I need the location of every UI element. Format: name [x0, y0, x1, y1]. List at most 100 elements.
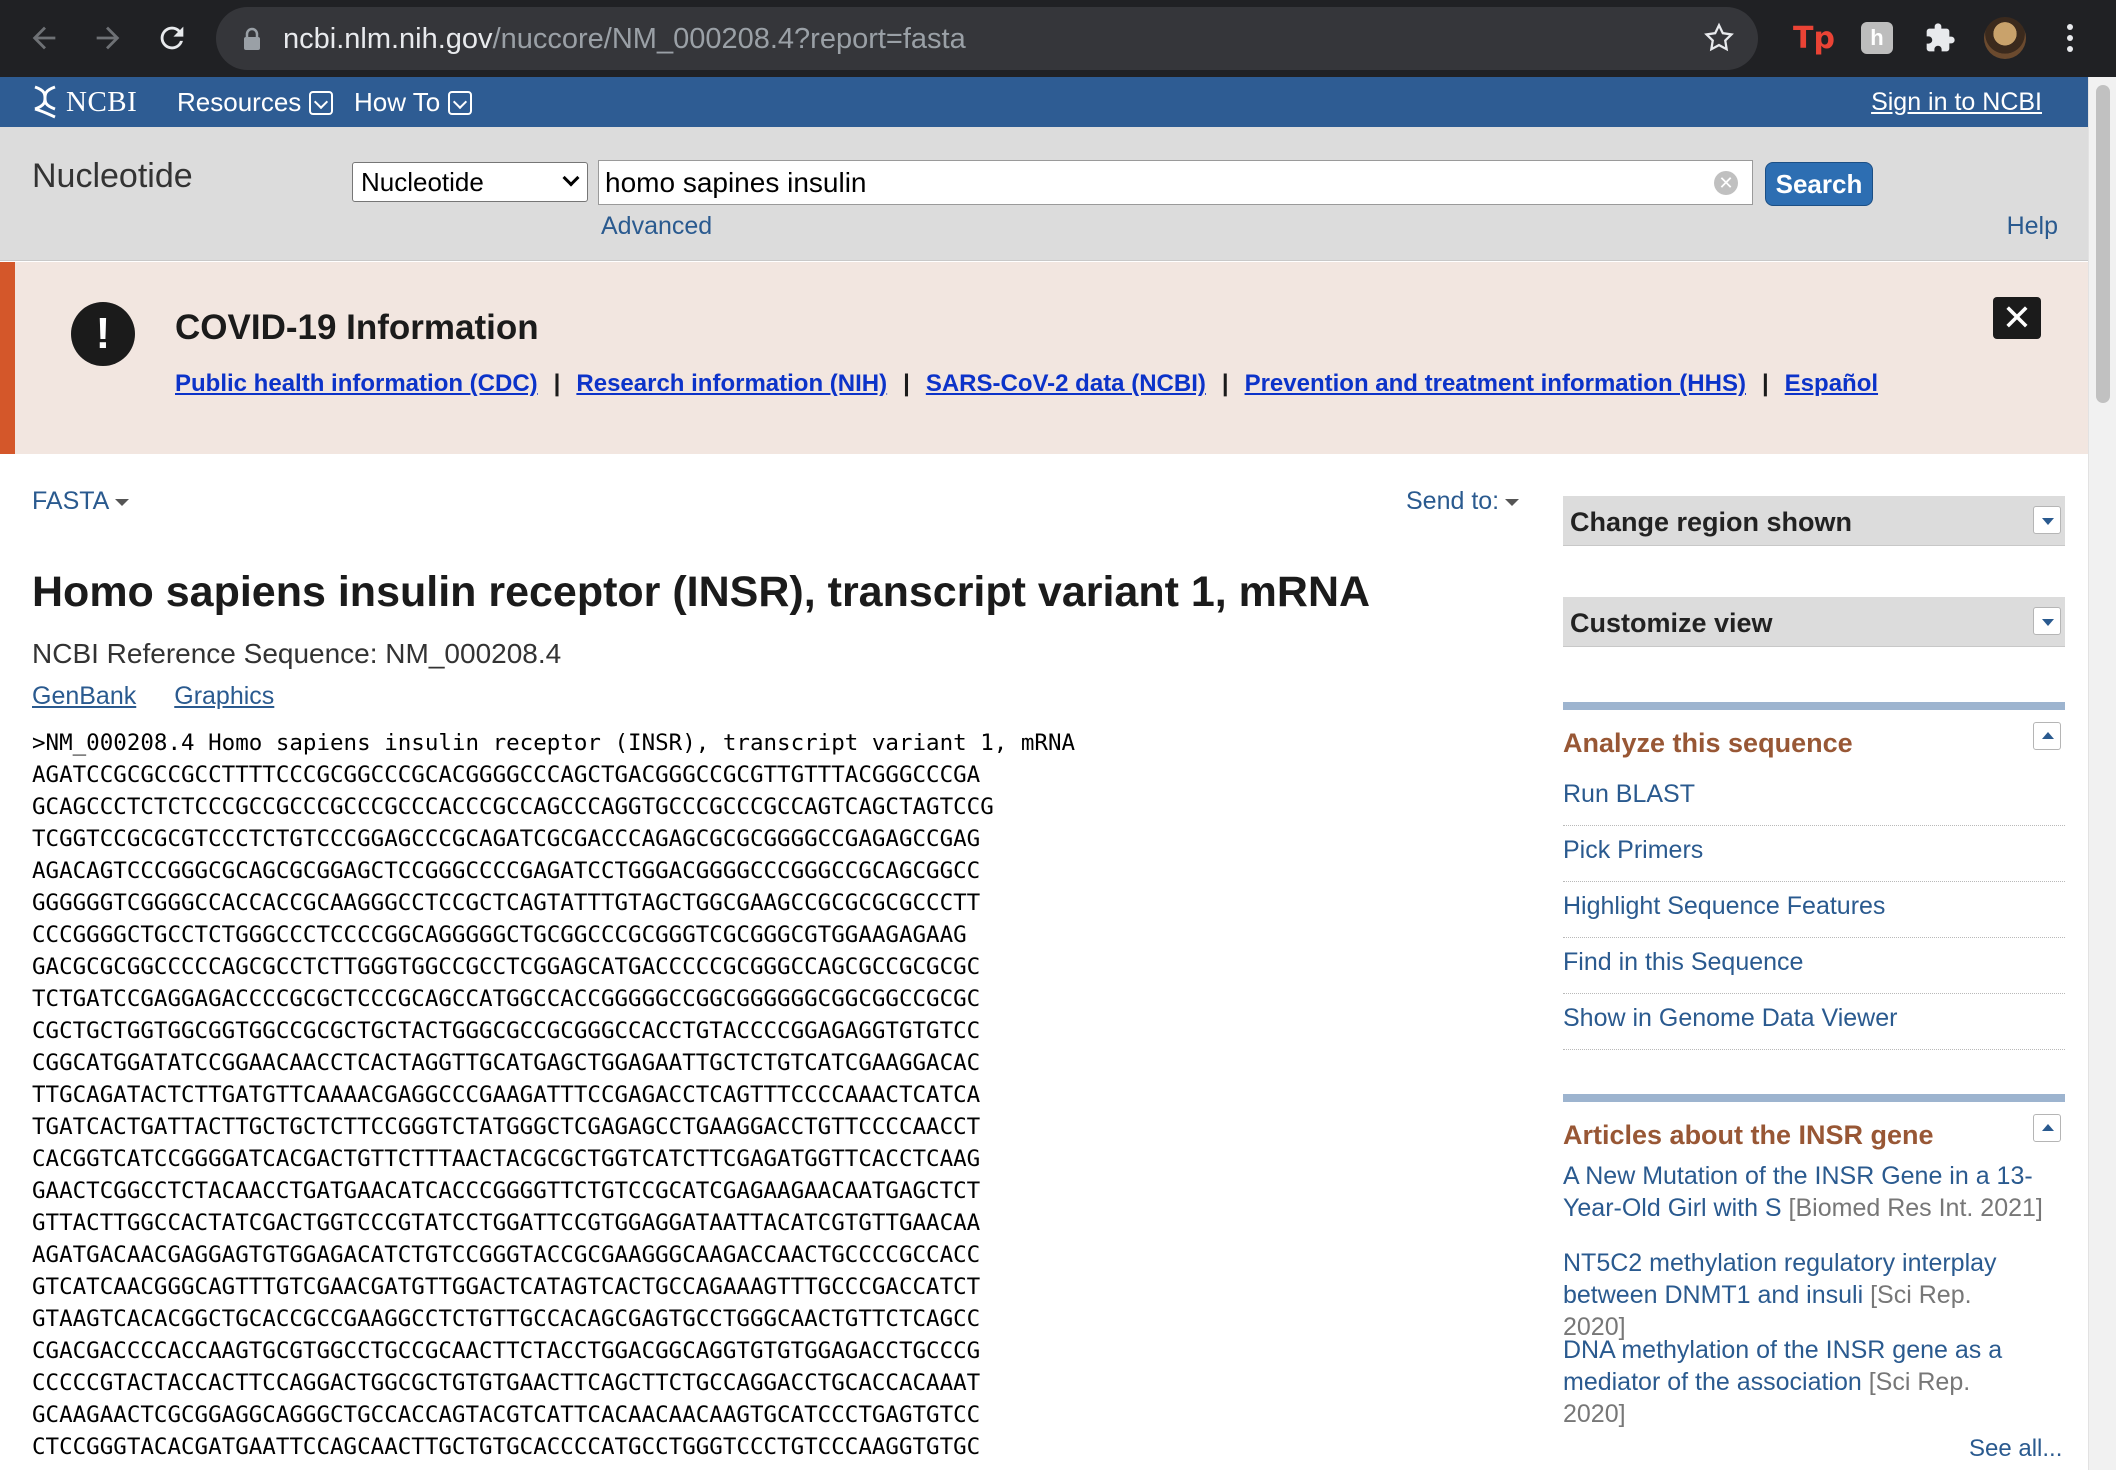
sequence-line: CCCCCGTACTACCACTTCCAGGACTGGCGCTGTGTGAACT… [32, 1370, 981, 1396]
covid-banner: ! COVID-19 Information Public health inf… [0, 262, 2088, 454]
sequence-line: CACGGTCATCCGGGGATCACGACTGTTCTTTAACTACGCG… [32, 1146, 981, 1172]
analyze-portlet: Analyze this sequence Run BLAST Pick Pri… [1563, 702, 2065, 1050]
covid-links: Public health information (CDC) | Resear… [175, 370, 1878, 398]
ncbi-logo-text: NCBI [66, 85, 138, 118]
run-blast-link[interactable]: Run BLAST [1563, 770, 2065, 826]
forward-button[interactable] [82, 12, 134, 64]
sequence-line: CGCTGCTGGTGGCGGTGGCCGCGCTGCTACTGGGCGCCGC… [32, 1018, 981, 1044]
link-separator: | [903, 370, 910, 397]
sequence-line: CCCGGGGCTGCCTCTGGGCCCTCCCCGGCAGGGGGCTGCG… [32, 922, 967, 948]
sequence-line: GCAGCCCTCTCTCCCGCCGCCCGCCCGCCCACCCGCCAGC… [32, 794, 994, 820]
close-icon[interactable]: ✕ [1993, 297, 2041, 339]
chrome-menu-icon[interactable] [2048, 16, 2092, 60]
extensions-puzzle-icon[interactable] [1918, 16, 1962, 60]
search-input[interactable]: homo sapines insulin ✕ [598, 160, 1753, 205]
sequence-line: GCAAGAACTCGCGGAGGCAGGGCTGCCACCAGTACGTCAT… [32, 1402, 981, 1428]
chevron-down-icon [562, 169, 580, 187]
page-title: Homo sapiens insulin receptor (INSR), tr… [32, 568, 1371, 616]
fasta-sequence: >NM_000208.4 Homo sapiens insulin recept… [32, 727, 1075, 1463]
lock-icon [244, 27, 260, 50]
change-region-portlet[interactable]: Change region shown [1563, 496, 2065, 546]
sequence-line: AGATGACAACGAGGAGTGTGGAGACATCTGTCCGGGTACC… [32, 1242, 981, 1268]
sequence-line: TCGGTCCGCGCGTCCCTCTGTCCCGGAGCCCGCAGATCGC… [32, 826, 981, 852]
genbank-link[interactable]: GenBank [32, 682, 136, 711]
reload-icon [160, 26, 184, 50]
covid-link-ncbi[interactable]: SARS-CoV-2 data (NCBI) [926, 370, 1206, 398]
graphics-link[interactable]: Graphics [174, 682, 274, 711]
expand-button[interactable] [2033, 607, 2061, 635]
triangle-up-icon [2042, 1124, 2054, 1131]
highlight-features-link[interactable]: Highlight Sequence Features [1563, 882, 2065, 938]
address-bar[interactable]: ncbi.nlm.nih.gov/nuccore/NM_000208.4?rep… [216, 7, 1758, 70]
resources-menu[interactable]: Resources [177, 87, 334, 118]
analyze-title: Analyze this sequence [1563, 728, 1853, 758]
sequence-line: GAACTCGGCCTCTACAACCTGATGAACATCACCCGGGGTT… [32, 1178, 981, 1204]
see-all-link[interactable]: See all... [1969, 1435, 2062, 1463]
scrollbar-thumb[interactable] [2096, 85, 2110, 403]
covid-link-cdc[interactable]: Public health information (CDC) [175, 370, 538, 398]
sequence-line: TCTGATCCGAGGAGACCCCGCGCTCCCGCAGCCATGGCCA… [32, 986, 981, 1012]
arrow-right-icon [96, 26, 120, 50]
covid-title: COVID-19 Information [175, 308, 539, 347]
find-in-sequence-link[interactable]: Find in this Sequence [1563, 938, 2065, 994]
sequence-line: GTTACTTGGCCACTATCGACTGGTCCCGTATCCTGGATTC… [32, 1210, 981, 1236]
database-select[interactable]: Nucleotide [352, 162, 588, 202]
sequence-line: GGGGGGTCGGGGCCACCACCGCAAGGGCCTCCGCTCAGTA… [32, 890, 981, 916]
sequence-line: AGACAGTCCCGGGCGCAGCGCGGAGCTCCGGGCCCCGAGA… [32, 858, 981, 884]
dna-helix-icon [34, 85, 56, 119]
bookmark-star-icon[interactable] [1702, 21, 1736, 55]
url-text[interactable]: ncbi.nlm.nih.gov/nuccore/NM_000208.4?rep… [283, 23, 966, 55]
search-button[interactable]: Search [1765, 162, 1873, 206]
collapse-button[interactable] [2033, 722, 2061, 750]
format-menu[interactable]: FASTA [32, 487, 130, 516]
advanced-search-link[interactable]: Advanced [601, 212, 712, 241]
back-button[interactable] [18, 12, 70, 64]
sequence-line: CGGCATGGATATCCGGAACAACCTCACTAGGTTGCATGAG… [32, 1050, 981, 1076]
pick-primers-link[interactable]: Pick Primers [1563, 826, 2065, 882]
fasta-header-line: >NM_000208.4 Homo sapiens insulin recept… [32, 730, 1076, 756]
profile-avatar[interactable] [1983, 16, 2027, 60]
database-title: Nucleotide [32, 157, 193, 195]
howto-menu[interactable]: How To [354, 87, 473, 118]
caret-down-icon [115, 498, 130, 506]
article-item[interactable]: A New Mutation of the INSR Gene in a 13-… [1563, 1160, 2065, 1224]
expand-button[interactable] [2033, 506, 2061, 534]
covid-link-nih[interactable]: Research information (NIH) [576, 370, 887, 398]
reference-sequence: NCBI Reference Sequence: NM_000208.4 [32, 638, 562, 669]
triangle-down-icon [2042, 619, 2054, 626]
article-item[interactable]: DNA methylation of the INSR gene as a me… [1563, 1334, 2065, 1430]
sequence-line: GACGCGCGGCCCCCAGCGCCTCTTGGGTGGCCGCCTCGGA… [32, 954, 981, 980]
help-link[interactable]: Help [2007, 212, 2058, 241]
ncbi-logo[interactable]: NCBI [30, 84, 137, 120]
ncbi-header: NCBI Resources How To Sign in to NCBI [0, 77, 2088, 127]
arrow-left-icon [32, 26, 56, 50]
covid-link-hhs[interactable]: Prevention and treatment information (HH… [1245, 370, 1746, 398]
sequence-line: AGATCCGCGCCGCCTTTTCCCGCGGCCCGCACGGGGCCCA… [32, 762, 981, 788]
send-to-menu[interactable]: Send to: [1406, 487, 1520, 516]
triangle-up-icon [2042, 732, 2054, 739]
covid-link-espanol[interactable]: Español [1785, 370, 1878, 398]
sequence-line: TTGCAGATACTCTTGATGTTCAAAACGAGGCCCGAAGATT… [32, 1082, 981, 1108]
extension-gray[interactable]: h [1855, 16, 1899, 60]
chevron-down-icon [309, 90, 334, 115]
report-links: GenBank Graphics [32, 682, 312, 711]
link-separator: | [1761, 370, 1769, 397]
scrollbar[interactable] [2088, 77, 2116, 1470]
link-separator: | [1221, 370, 1229, 397]
sign-in-link[interactable]: Sign in to NCBI [1871, 88, 2042, 117]
genome-data-viewer-link[interactable]: Show in Genome Data Viewer [1563, 994, 2065, 1050]
sequence-line: GTAAGTCACACGGCTGCACCGCCGAAGGCCTCTGTTGCCA… [32, 1306, 981, 1332]
article-item[interactable]: NT5C2 methylation regulatory interplay b… [1563, 1247, 2065, 1343]
triangle-down-icon [2042, 518, 2054, 525]
customize-view-portlet[interactable]: Customize view [1563, 597, 2065, 647]
articles-title: Articles about the INSR gene [1563, 1120, 1934, 1150]
clear-icon[interactable]: ✕ [1714, 171, 1738, 195]
extension-tp[interactable]: Tp [1792, 16, 1836, 60]
chevron-down-icon [448, 90, 473, 115]
collapse-button[interactable] [2033, 1114, 2061, 1142]
sequence-line: GTCATCAACGGGCAGTTTGTCGAACGATGTTGGACTCATA… [32, 1274, 981, 1300]
exclamation-icon: ! [71, 302, 135, 366]
browser-toolbar: ncbi.nlm.nih.gov/nuccore/NM_000208.4?rep… [0, 0, 2116, 77]
link-separator: | [553, 370, 561, 397]
reload-button[interactable] [146, 12, 198, 64]
